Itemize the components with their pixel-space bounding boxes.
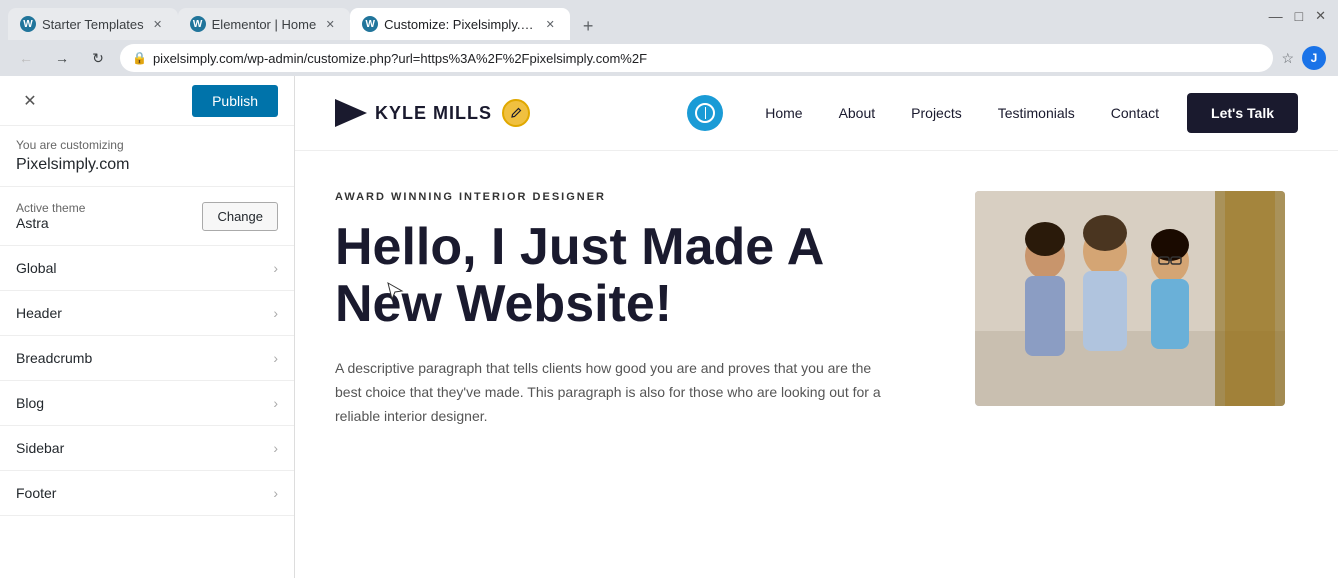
nav-item-sidebar[interactable]: Sidebar › (0, 426, 294, 471)
tab-elementor[interactable]: W Elementor | Home ✕ (178, 8, 351, 40)
tab-icon-3: W (362, 16, 378, 32)
back-button[interactable]: ← (12, 44, 40, 72)
hero-title-line1: Hello, I Just Made A (335, 218, 824, 276)
new-tab-button[interactable]: + (574, 12, 602, 40)
tab-close-3[interactable]: ✕ (542, 16, 558, 32)
customizer-close-button[interactable]: ✕ (16, 87, 44, 115)
menu-link-contact[interactable]: Contact (1093, 105, 1177, 121)
menu-link-projects[interactable]: Projects (893, 105, 980, 121)
customizing-label: You are customizing (0, 126, 294, 156)
change-theme-button[interactable]: Change (202, 202, 278, 231)
nav-item-blog[interactable]: Blog › (0, 381, 294, 426)
theme-row: Active theme Astra Change (0, 187, 294, 245)
menu-link-home[interactable]: Home (747, 105, 820, 121)
nav-item-header[interactable]: Header › (0, 291, 294, 336)
nav-item-sidebar-label: Sidebar (16, 440, 64, 456)
nav-item-footer-label: Footer (16, 485, 56, 501)
reload-button[interactable]: ↻ (84, 44, 112, 72)
active-theme-label: Active theme (16, 201, 85, 215)
nav-item-breadcrumb[interactable]: Breadcrumb › (0, 336, 294, 381)
logo-triangle-icon (335, 99, 367, 127)
tab-close-2[interactable]: ✕ (322, 16, 338, 32)
tab-customize[interactable]: W Customize: Pixelsimply.com ✕ (350, 8, 570, 40)
publish-button[interactable]: Publish (192, 85, 278, 117)
customizer-sidebar: ✕ Publish You are customizing Pixelsimpl… (0, 76, 295, 578)
hero-title: Hello, I Just Made A New Website! (335, 219, 955, 333)
nav-chevron-footer: › (273, 485, 278, 501)
nav-item-breadcrumb-label: Breadcrumb (16, 350, 92, 366)
lock-icon: 🔒 (132, 51, 147, 65)
menu-globe-icon (687, 95, 723, 131)
bookmark-icon[interactable]: ☆ (1281, 50, 1294, 67)
cta-button[interactable]: Let's Talk (1187, 93, 1298, 133)
address-bar[interactable]: 🔒 pixelsimply.com/wp-admin/customize.php… (120, 44, 1273, 72)
sidebar-nav: Global › Header › Breadcrumb › Blog › Si… (0, 246, 294, 578)
theme-info: Active theme Astra (16, 201, 85, 231)
maximize-button[interactable]: □ (1295, 8, 1303, 24)
hero-section: AWARD WINNING INTERIOR DESIGNER Hello, I… (295, 151, 1338, 429)
tab-icon-2: W (190, 16, 206, 32)
forward-button[interactable]: → (48, 44, 76, 72)
nav-item-global[interactable]: Global › (0, 246, 294, 291)
pencil-icon (510, 107, 522, 119)
nav-chevron-sidebar: › (273, 440, 278, 456)
hero-title-line2: New Website! (335, 275, 672, 333)
menu-link-testimonials[interactable]: Testimonials (980, 105, 1093, 121)
browser-chrome: W Starter Templates ✕ W Elementor | Home… (0, 0, 1338, 76)
logo-edit-icon (502, 99, 530, 127)
hero-image (975, 191, 1285, 406)
theme-name: Astra (16, 215, 85, 231)
tab-label-2: Elementor | Home (212, 17, 317, 32)
hero-tag: AWARD WINNING INTERIOR DESIGNER (335, 191, 955, 203)
minimize-button[interactable]: — (1269, 8, 1283, 24)
logo-text: KYLE MILLS (375, 103, 492, 124)
tab-label-3: Customize: Pixelsimply.com (384, 17, 536, 32)
hero-description: A descriptive paragraph that tells clien… (335, 357, 895, 428)
close-window-button[interactable]: ✕ (1315, 8, 1326, 24)
nav-chevron-header: › (273, 305, 278, 321)
nav-item-global-label: Global (16, 260, 56, 276)
nav-item-blog-label: Blog (16, 395, 44, 411)
tab-starter-templates[interactable]: W Starter Templates ✕ (8, 8, 178, 40)
site-nav: KYLE MILLS Home About Projects Testimoni… (295, 76, 1338, 151)
profile-avatar[interactable]: J (1302, 46, 1326, 70)
nav-chevron-breadcrumb: › (273, 350, 278, 366)
menu-link-about[interactable]: About (821, 105, 894, 121)
hero-content: AWARD WINNING INTERIOR DESIGNER Hello, I… (335, 191, 955, 429)
customizer-header: ✕ Publish (0, 76, 294, 126)
address-text: pixelsimply.com/wp-admin/customize.php?u… (153, 51, 1261, 66)
site-logo: KYLE MILLS (335, 99, 530, 127)
nav-item-footer[interactable]: Footer › (0, 471, 294, 516)
tab-label-1: Starter Templates (42, 17, 144, 32)
hero-image-svg (975, 191, 1285, 406)
nav-chevron-blog: › (273, 395, 278, 411)
preview-area: KYLE MILLS Home About Projects Testimoni… (295, 76, 1338, 578)
nav-item-header-label: Header (16, 305, 62, 321)
tab-icon-1: W (20, 16, 36, 32)
tab-close-1[interactable]: ✕ (150, 16, 166, 32)
customizer-site-name: Pixelsimply.com (0, 156, 294, 186)
site-menu: Home About Projects Testimonials Contact… (687, 93, 1298, 133)
browser-toolbar: ← → ↻ 🔒 pixelsimply.com/wp-admin/customi… (0, 40, 1338, 76)
nav-chevron-global: › (273, 260, 278, 276)
